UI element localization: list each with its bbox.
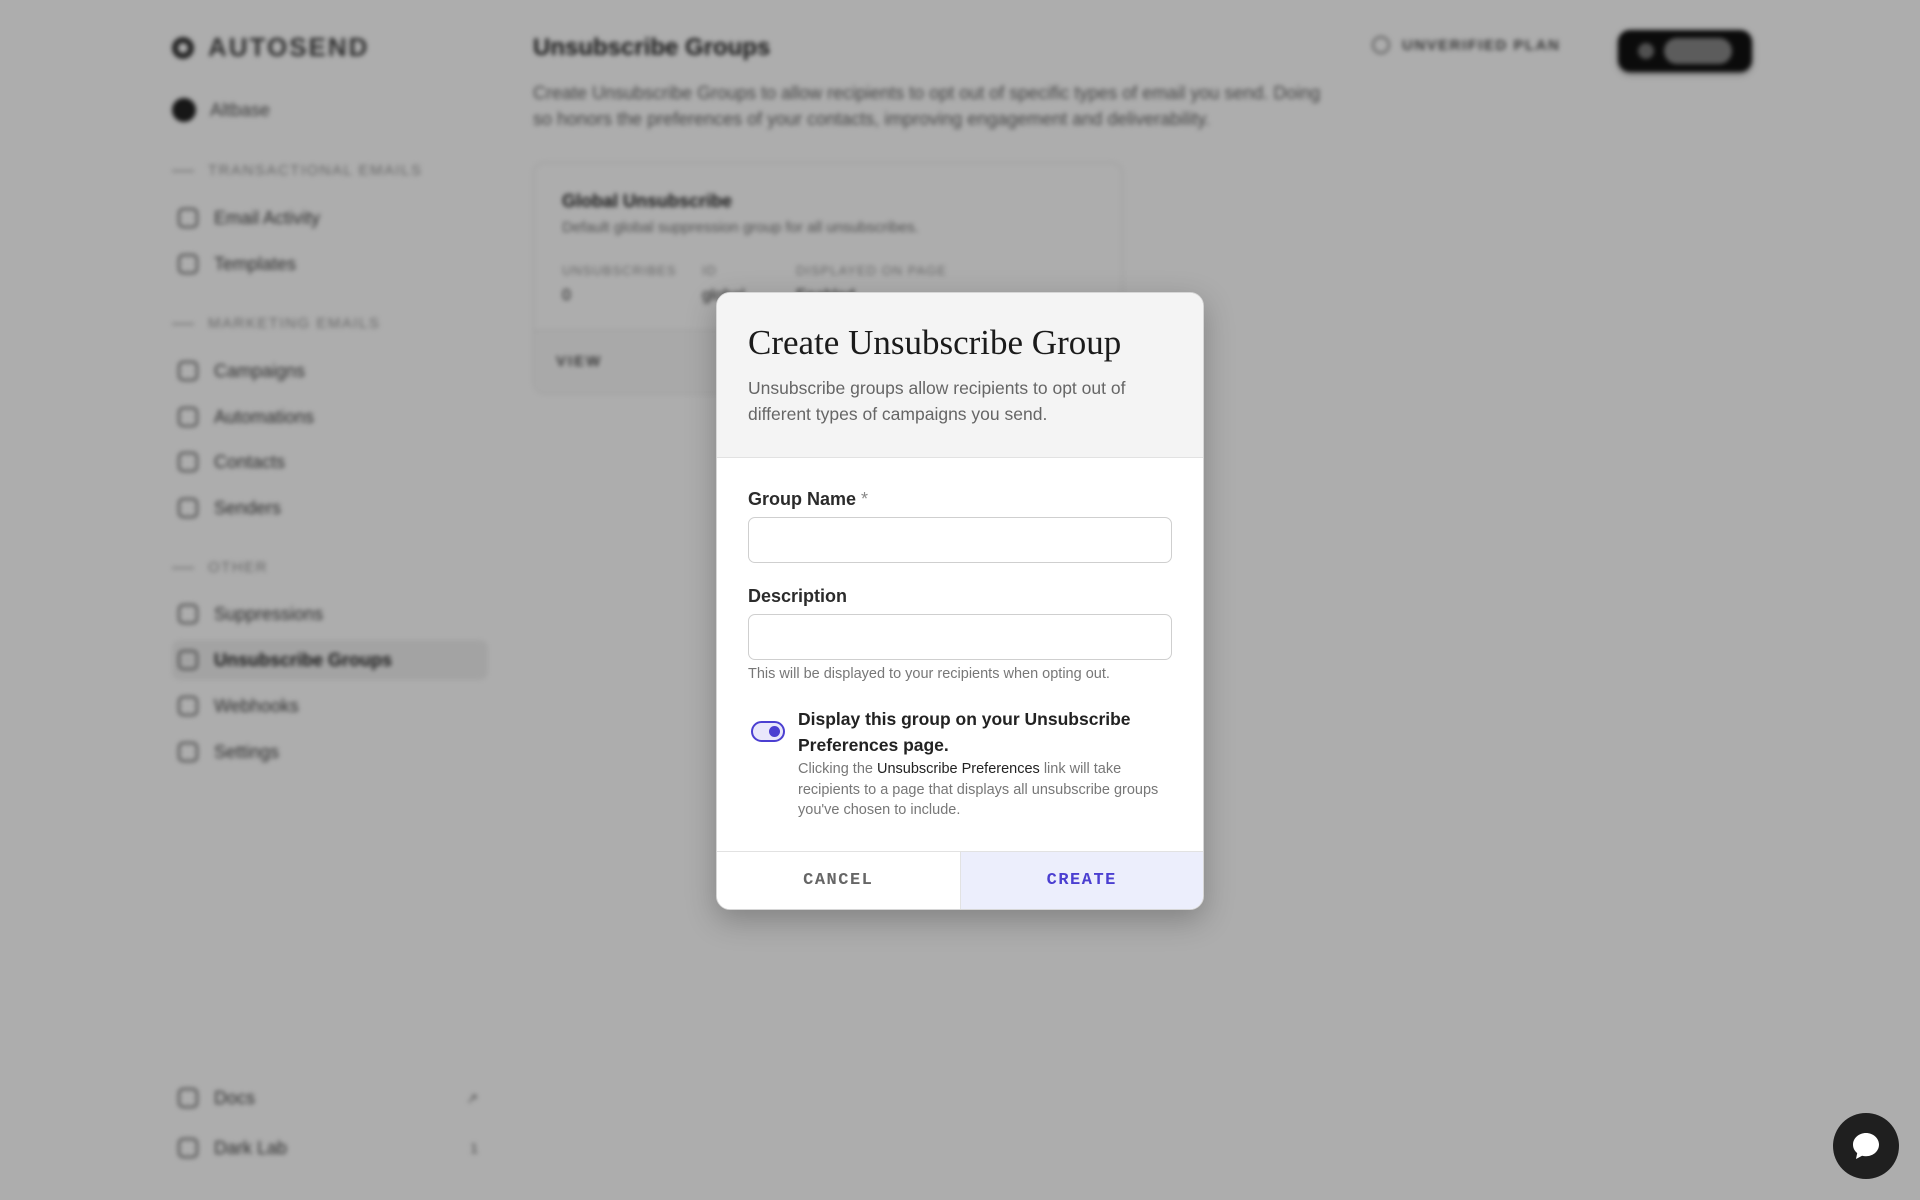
dialog-title: Create Unsubscribe Group (748, 323, 1122, 362)
description-input[interactable] (748, 614, 1172, 660)
description-label: Description (748, 586, 848, 606)
unsubscribe-preferences-text: Unsubscribe Preferences (876, 761, 1040, 777)
group-name-input[interactable] (748, 517, 1172, 563)
chat-launcher-button[interactable] (1833, 1113, 1899, 1179)
group-name-label: Group Name * (748, 489, 869, 509)
dialog-subtitle: Unsubscribe groups allow recipients to o… (748, 378, 1126, 424)
toggle-description: Clicking the Unsubscribe Preferences lin… (798, 761, 1159, 818)
dialog-header: Create Unsubscribe Group Unsubscribe gro… (717, 293, 1203, 458)
required-mark: * (861, 489, 869, 509)
create-button[interactable]: CREATE (960, 852, 1203, 909)
create-unsubscribe-group-dialog: Create Unsubscribe Group Unsubscribe gro… (716, 292, 1204, 910)
dialog-footer: CANCEL CREATE (717, 851, 1203, 909)
description-hint: This will be displayed to your recipient… (748, 666, 1110, 682)
display-on-preferences-toggle[interactable] (751, 721, 785, 742)
toggle-knob (769, 726, 780, 737)
toggle-title: Display this group on your Unsubscribe P… (798, 709, 1131, 755)
chat-bubble-icon (1853, 1133, 1879, 1159)
cancel-button[interactable]: CANCEL (717, 852, 961, 909)
